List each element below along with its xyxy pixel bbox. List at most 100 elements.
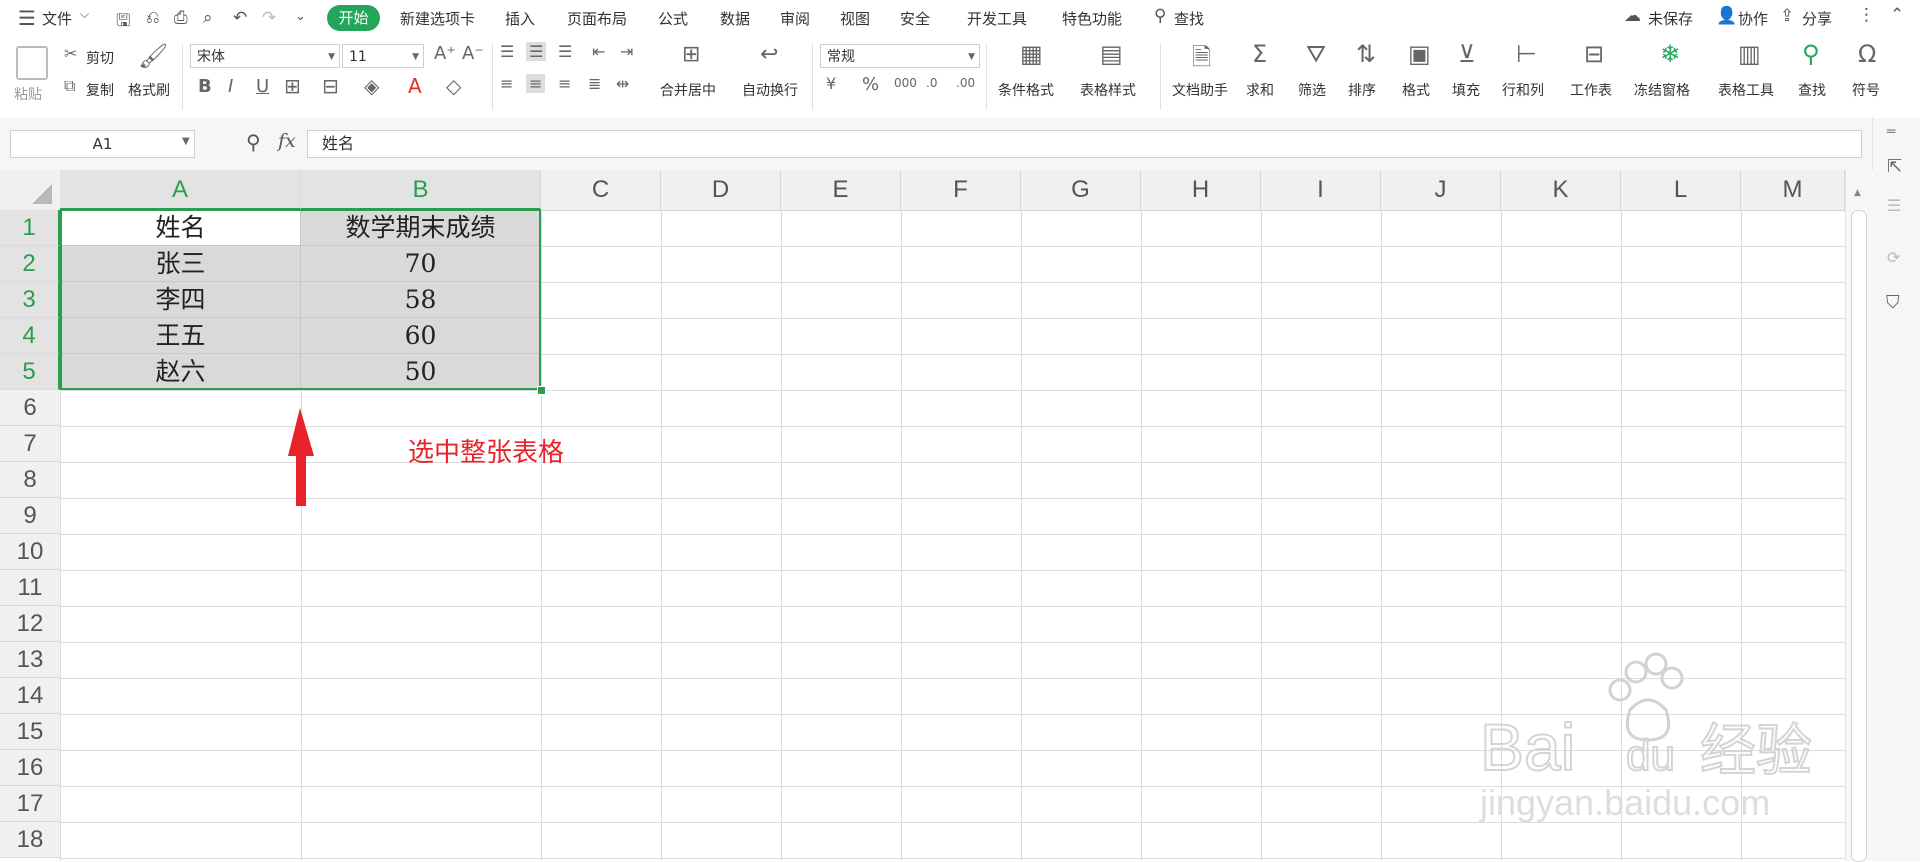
tab-new-tab[interactable]: 新建选项卡 xyxy=(400,8,475,29)
share-button[interactable]: 分享 xyxy=(1802,8,1832,29)
font-name-select[interactable]: 宋体 ▼ xyxy=(190,44,340,68)
column-header-m[interactable]: M xyxy=(1741,170,1845,210)
select-all-corner[interactable] xyxy=(0,170,61,210)
search-command[interactable]: 查找 xyxy=(1174,8,1204,29)
column-header-e[interactable]: E xyxy=(781,170,901,210)
tab-review[interactable]: 审阅 xyxy=(780,8,810,29)
formula-input[interactable]: 姓名 xyxy=(307,130,1862,158)
column-header-k[interactable]: K xyxy=(1501,170,1621,210)
row-header-8[interactable]: 8 xyxy=(0,462,60,498)
worksheet-button[interactable]: 工作表 xyxy=(1570,80,1612,100)
row-header-4[interactable]: 4 xyxy=(0,318,60,354)
find-button[interactable]: 查找 xyxy=(1798,80,1826,100)
column-header-c[interactable]: C xyxy=(541,170,661,210)
decrease-decimal-icon[interactable]: .00 xyxy=(956,76,975,90)
settings-sliders-icon[interactable]: ☰ xyxy=(1887,196,1901,215)
tab-home[interactable]: 开始 xyxy=(327,5,380,31)
row-header-10[interactable]: 10 xyxy=(0,534,60,570)
row-header-5[interactable]: 5 xyxy=(0,354,60,390)
rows-columns-button[interactable]: 行和列 xyxy=(1502,80,1544,100)
sum-button[interactable]: 求和 xyxy=(1246,80,1274,100)
thousands-icon[interactable]: 000 xyxy=(894,76,917,90)
tab-security[interactable]: 安全 xyxy=(900,8,930,29)
save-icon[interactable]: 🖫 xyxy=(116,8,130,37)
percent-icon[interactable]: % xyxy=(862,74,879,95)
name-box[interactable]: A1 xyxy=(10,130,195,158)
filter-button[interactable]: 筛选 xyxy=(1298,80,1326,100)
column-header-j[interactable]: J xyxy=(1381,170,1501,210)
chevron-down-icon[interactable]: ⌵ xyxy=(80,7,89,22)
justify-icon[interactable]: ≣ xyxy=(588,74,601,93)
border-icon[interactable]: ⊞ xyxy=(284,74,301,98)
print-preview-icon[interactable]: ⌕ xyxy=(203,8,213,28)
vertical-scrollbar[interactable]: ▲ xyxy=(1845,170,1873,862)
symbol-button[interactable]: 符号 xyxy=(1852,80,1880,100)
row-header-16[interactable]: 16 xyxy=(0,750,60,786)
format-painter-button[interactable]: 格式刷 xyxy=(128,80,170,100)
font-color-icon[interactable]: A xyxy=(408,74,422,98)
file-menu[interactable]: 文件 xyxy=(42,8,72,29)
align-middle-icon[interactable]: ☰ xyxy=(526,42,547,61)
panel-toggle-icon[interactable]: ═ xyxy=(1887,124,1895,140)
tab-developer[interactable]: 开发工具 xyxy=(967,8,1027,29)
collapse-ribbon-icon[interactable]: ⌃ xyxy=(1890,5,1904,25)
fill-handle[interactable] xyxy=(537,386,546,395)
increase-font-icon[interactable]: A⁺ xyxy=(434,43,456,64)
fill-button[interactable]: 填充 xyxy=(1452,80,1480,100)
row-header-9[interactable]: 9 xyxy=(0,498,60,534)
column-header-l[interactable]: L xyxy=(1621,170,1741,210)
scroll-up-icon[interactable]: ▲ xyxy=(1854,188,1861,198)
align-left-icon[interactable]: ≡ xyxy=(500,74,513,93)
underline-icon[interactable]: U xyxy=(256,76,269,97)
unsaved-status[interactable]: 未保存 xyxy=(1648,8,1693,29)
zoom-lookup-icon[interactable]: ⚲ xyxy=(246,130,261,154)
fx-icon[interactable]: fx xyxy=(278,130,296,152)
scroll-thumb[interactable] xyxy=(1851,210,1867,862)
column-header-g[interactable]: G xyxy=(1021,170,1141,210)
align-center-icon[interactable]: ≡ xyxy=(526,74,546,93)
tab-page-layout[interactable]: 页面布局 xyxy=(567,8,627,29)
rotate-icon[interactable]: ⟳ xyxy=(1887,248,1900,267)
row-header-1[interactable]: 1 xyxy=(0,210,60,246)
row-header-15[interactable]: 15 xyxy=(0,714,60,750)
tab-insert[interactable]: 插入 xyxy=(505,8,535,29)
fill-color-icon[interactable]: ◈ xyxy=(364,74,379,98)
search-icon[interactable]: ⚲ xyxy=(1154,6,1166,26)
print-icon[interactable]: ⎙ xyxy=(174,8,188,28)
cell-style-icon[interactable]: ⊟ xyxy=(322,74,339,98)
italic-icon[interactable]: I xyxy=(228,76,233,97)
distributed-icon[interactable]: ⇹ xyxy=(616,74,629,93)
align-top-icon[interactable]: ☰ xyxy=(500,42,514,61)
row-header-18[interactable]: 18 xyxy=(0,822,60,858)
increase-indent-icon[interactable]: ⇥ xyxy=(620,42,633,61)
decrease-indent-icon[interactable]: ⇤ xyxy=(592,42,605,61)
table-tools-button[interactable]: 表格工具 xyxy=(1718,80,1774,100)
collaborate-button[interactable]: 协作 xyxy=(1738,8,1768,29)
paste-icon[interactable] xyxy=(16,46,48,80)
select-cursor-icon[interactable]: ⇱ xyxy=(1887,156,1902,177)
column-header-i[interactable]: I xyxy=(1261,170,1381,210)
row-header-7[interactable]: 7 xyxy=(0,426,60,462)
undo-icon[interactable]: ↶ xyxy=(233,8,247,28)
name-box-dropdown-icon[interactable]: ▼ xyxy=(182,136,190,147)
column-header-f[interactable]: F xyxy=(901,170,1021,210)
sort-button[interactable]: 排序 xyxy=(1348,80,1376,100)
tab-data[interactable]: 数据 xyxy=(720,8,750,29)
column-header-h[interactable]: H xyxy=(1141,170,1261,210)
row-header-2[interactable]: 2 xyxy=(0,246,60,282)
freeze-panes-button[interactable]: 冻结窗格 xyxy=(1634,80,1690,100)
format-button[interactable]: 格式 xyxy=(1402,80,1430,100)
row-header-17[interactable]: 17 xyxy=(0,786,60,822)
tab-view[interactable]: 视图 xyxy=(840,8,870,29)
bold-icon[interactable]: B xyxy=(198,76,212,97)
row-header-11[interactable]: 11 xyxy=(0,570,60,606)
export-icon[interactable]: ⎌ xyxy=(146,8,160,28)
column-header-a[interactable]: A xyxy=(60,170,301,210)
tab-special-features[interactable]: 特色功能 xyxy=(1062,8,1122,29)
column-header-d[interactable]: D xyxy=(661,170,781,210)
row-header-12[interactable]: 12 xyxy=(0,606,60,642)
redo-icon[interactable]: ↷ xyxy=(262,8,276,28)
wrap-text-button[interactable]: 自动换行 xyxy=(742,80,798,100)
more-icon[interactable]: ⋮ xyxy=(1858,5,1875,25)
row-header-14[interactable]: 14 xyxy=(0,678,60,714)
